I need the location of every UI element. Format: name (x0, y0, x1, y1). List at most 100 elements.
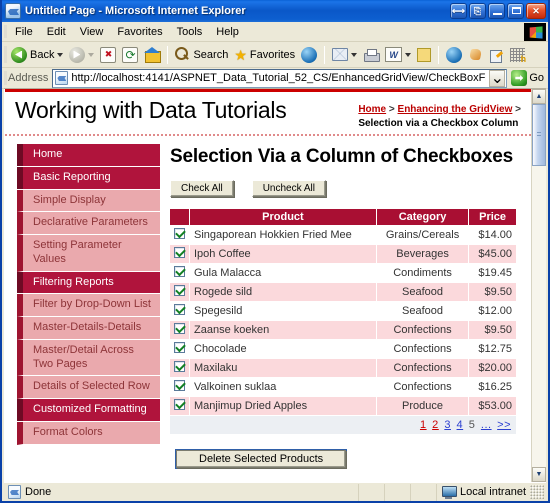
menu-tools-label: Tools (176, 25, 203, 38)
menu-view[interactable]: View (73, 24, 111, 40)
scroll-down-button[interactable]: ▼ (532, 467, 546, 482)
pager-ellipsis[interactable]: ... (481, 419, 492, 431)
sidebar-item-declarative-parameters[interactable]: Declarative Parameters (17, 212, 160, 235)
sidebar-item-setting-parameter-values[interactable]: Setting Parameter Values (17, 235, 160, 272)
cell-category: Beverages (376, 244, 470, 264)
scroll-up-button[interactable]: ▲ (532, 89, 546, 104)
row-select-checkbox[interactable] (174, 341, 185, 353)
row-select-cell[interactable] (170, 358, 190, 378)
history-button[interactable] (298, 46, 320, 63)
security-zone-area[interactable]: Local intranet (435, 483, 530, 501)
sidebar-item-master-detail-across-two-pages[interactable]: Master/Detail Across Two Pages (17, 339, 160, 377)
home-button[interactable] (141, 46, 163, 63)
group-window-button[interactable]: ⎘ (469, 3, 486, 19)
maximize-button[interactable] (507, 3, 524, 19)
favorites-button[interactable]: ★ Favorites (231, 48, 298, 62)
uncheck-all-button[interactable]: Uncheck All (251, 179, 326, 197)
mail-button[interactable] (329, 48, 360, 61)
vertical-scrollbar[interactable]: ▲ ▼ (531, 89, 546, 482)
menu-favorites[interactable]: Favorites (110, 24, 169, 40)
row-select-cell[interactable] (170, 320, 190, 340)
pager-page-2[interactable]: 2 (432, 419, 439, 431)
discuss-button[interactable] (443, 46, 465, 63)
row-select-checkbox[interactable] (174, 303, 185, 315)
sidebar-item-master-details-details[interactable]: Master-Details-Details (17, 317, 160, 340)
cell-category: Condiments (376, 263, 470, 283)
row-select-checkbox[interactable] (174, 398, 185, 410)
pager-page-3[interactable]: 3 (444, 419, 451, 431)
row-select-cell[interactable] (170, 244, 190, 264)
go-button[interactable]: Go (507, 70, 548, 86)
window-title: Untitled Page - Microsoft Internet Explo… (25, 5, 246, 17)
print-button[interactable] (360, 48, 382, 62)
menu-help[interactable]: Help (209, 24, 246, 40)
row-select-cell[interactable] (170, 263, 190, 283)
back-chevron-down-icon[interactable] (57, 52, 64, 57)
pager-next-set[interactable]: >> (497, 419, 511, 431)
row-select-cell[interactable] (170, 396, 190, 416)
sidebar-item-label: Basic Reporting (33, 170, 111, 183)
breadcrumb-home[interactable]: Home (358, 104, 386, 115)
stop-button[interactable] (97, 46, 119, 63)
toolbar-divider-3 (438, 45, 440, 64)
scrollbar-thumb[interactable] (532, 104, 546, 166)
menu-tools[interactable]: Tools (170, 24, 210, 40)
row-select-cell[interactable] (170, 339, 190, 359)
column-header-select[interactable] (170, 208, 190, 226)
pager-page-1[interactable]: 1 (420, 419, 427, 431)
column-header-category[interactable]: Category (376, 208, 470, 226)
sidebar-item-home[interactable]: Home (17, 144, 160, 166)
menu-edit[interactable]: Edit (40, 24, 73, 40)
restore-group-button[interactable]: ⟷ (450, 3, 467, 19)
search-button[interactable]: Search (172, 47, 231, 62)
menu-file-label: File (15, 25, 33, 38)
word-chevron-down-icon[interactable] (405, 52, 412, 57)
star-icon: ★ (234, 46, 247, 63)
cell-product: Zaanse koeken (189, 320, 377, 340)
row-select-checkbox[interactable] (174, 246, 185, 258)
column-header-price[interactable]: Price (468, 208, 517, 226)
refresh-button[interactable] (119, 46, 141, 63)
row-select-checkbox[interactable] (174, 284, 185, 296)
messenger-button[interactable] (465, 48, 486, 62)
scrollbar-track[interactable] (532, 104, 546, 467)
highlight-button[interactable] (507, 47, 528, 64)
sidebar-item-customized-formatting[interactable]: Customized Formatting (17, 399, 160, 421)
sidebar-item-simple-display[interactable]: Simple Display (17, 189, 160, 213)
check-all-button[interactable]: Check All (170, 179, 234, 197)
row-select-checkbox[interactable] (174, 360, 185, 372)
row-select-checkbox[interactable] (174, 379, 185, 391)
browser-window: Untitled Page - Microsoft Internet Explo… (0, 0, 550, 503)
address-input[interactable]: http://localhost:4141/ASPNET_Data_Tutori… (52, 68, 508, 88)
sidebar-item-details-of-selected-row[interactable]: Details of Selected Row (17, 376, 160, 399)
address-chevron-down-icon[interactable]: ⌄ (489, 69, 506, 87)
delete-selected-products-button[interactable]: Delete Selected Products (176, 449, 347, 468)
close-button[interactable]: ✕ (526, 3, 546, 19)
edit-page-button[interactable] (486, 48, 507, 63)
sidebar-item-basic-reporting[interactable]: Basic Reporting (17, 166, 160, 189)
column-header-product[interactable]: Product (189, 208, 377, 226)
window-controls: ⟷ ⎘ ✕ (450, 3, 546, 19)
grid-highlight-icon (510, 47, 526, 64)
sidebar-item-filtering-reports[interactable]: Filtering Reports (17, 271, 160, 294)
edit-word-button[interactable]: W (382, 47, 414, 62)
menu-file[interactable]: File (8, 24, 40, 40)
row-select-cell[interactable] (170, 377, 190, 397)
breadcrumb-section[interactable]: Enhancing the GridView (398, 104, 513, 115)
pager-page-4[interactable]: 4 (457, 419, 464, 431)
row-select-checkbox[interactable] (174, 265, 185, 277)
notes-button[interactable] (414, 47, 434, 62)
row-select-checkbox[interactable] (174, 227, 185, 239)
back-button[interactable]: Back (8, 46, 66, 63)
row-select-cell[interactable] (170, 301, 190, 321)
sidebar-item-format-colors[interactable]: Format Colors (17, 421, 160, 445)
row-select-cell[interactable] (170, 225, 190, 245)
favorites-label: Favorites (249, 48, 296, 61)
resize-grip[interactable] (530, 485, 544, 499)
row-select-cell[interactable] (170, 282, 190, 302)
minimize-button[interactable] (488, 3, 505, 19)
sidebar-item-filter-by-drop-down-list[interactable]: Filter by Drop-Down List (17, 294, 160, 317)
mail-chevron-down-icon[interactable] (351, 52, 358, 57)
network-zone-icon (441, 485, 457, 499)
row-select-checkbox[interactable] (174, 322, 185, 334)
